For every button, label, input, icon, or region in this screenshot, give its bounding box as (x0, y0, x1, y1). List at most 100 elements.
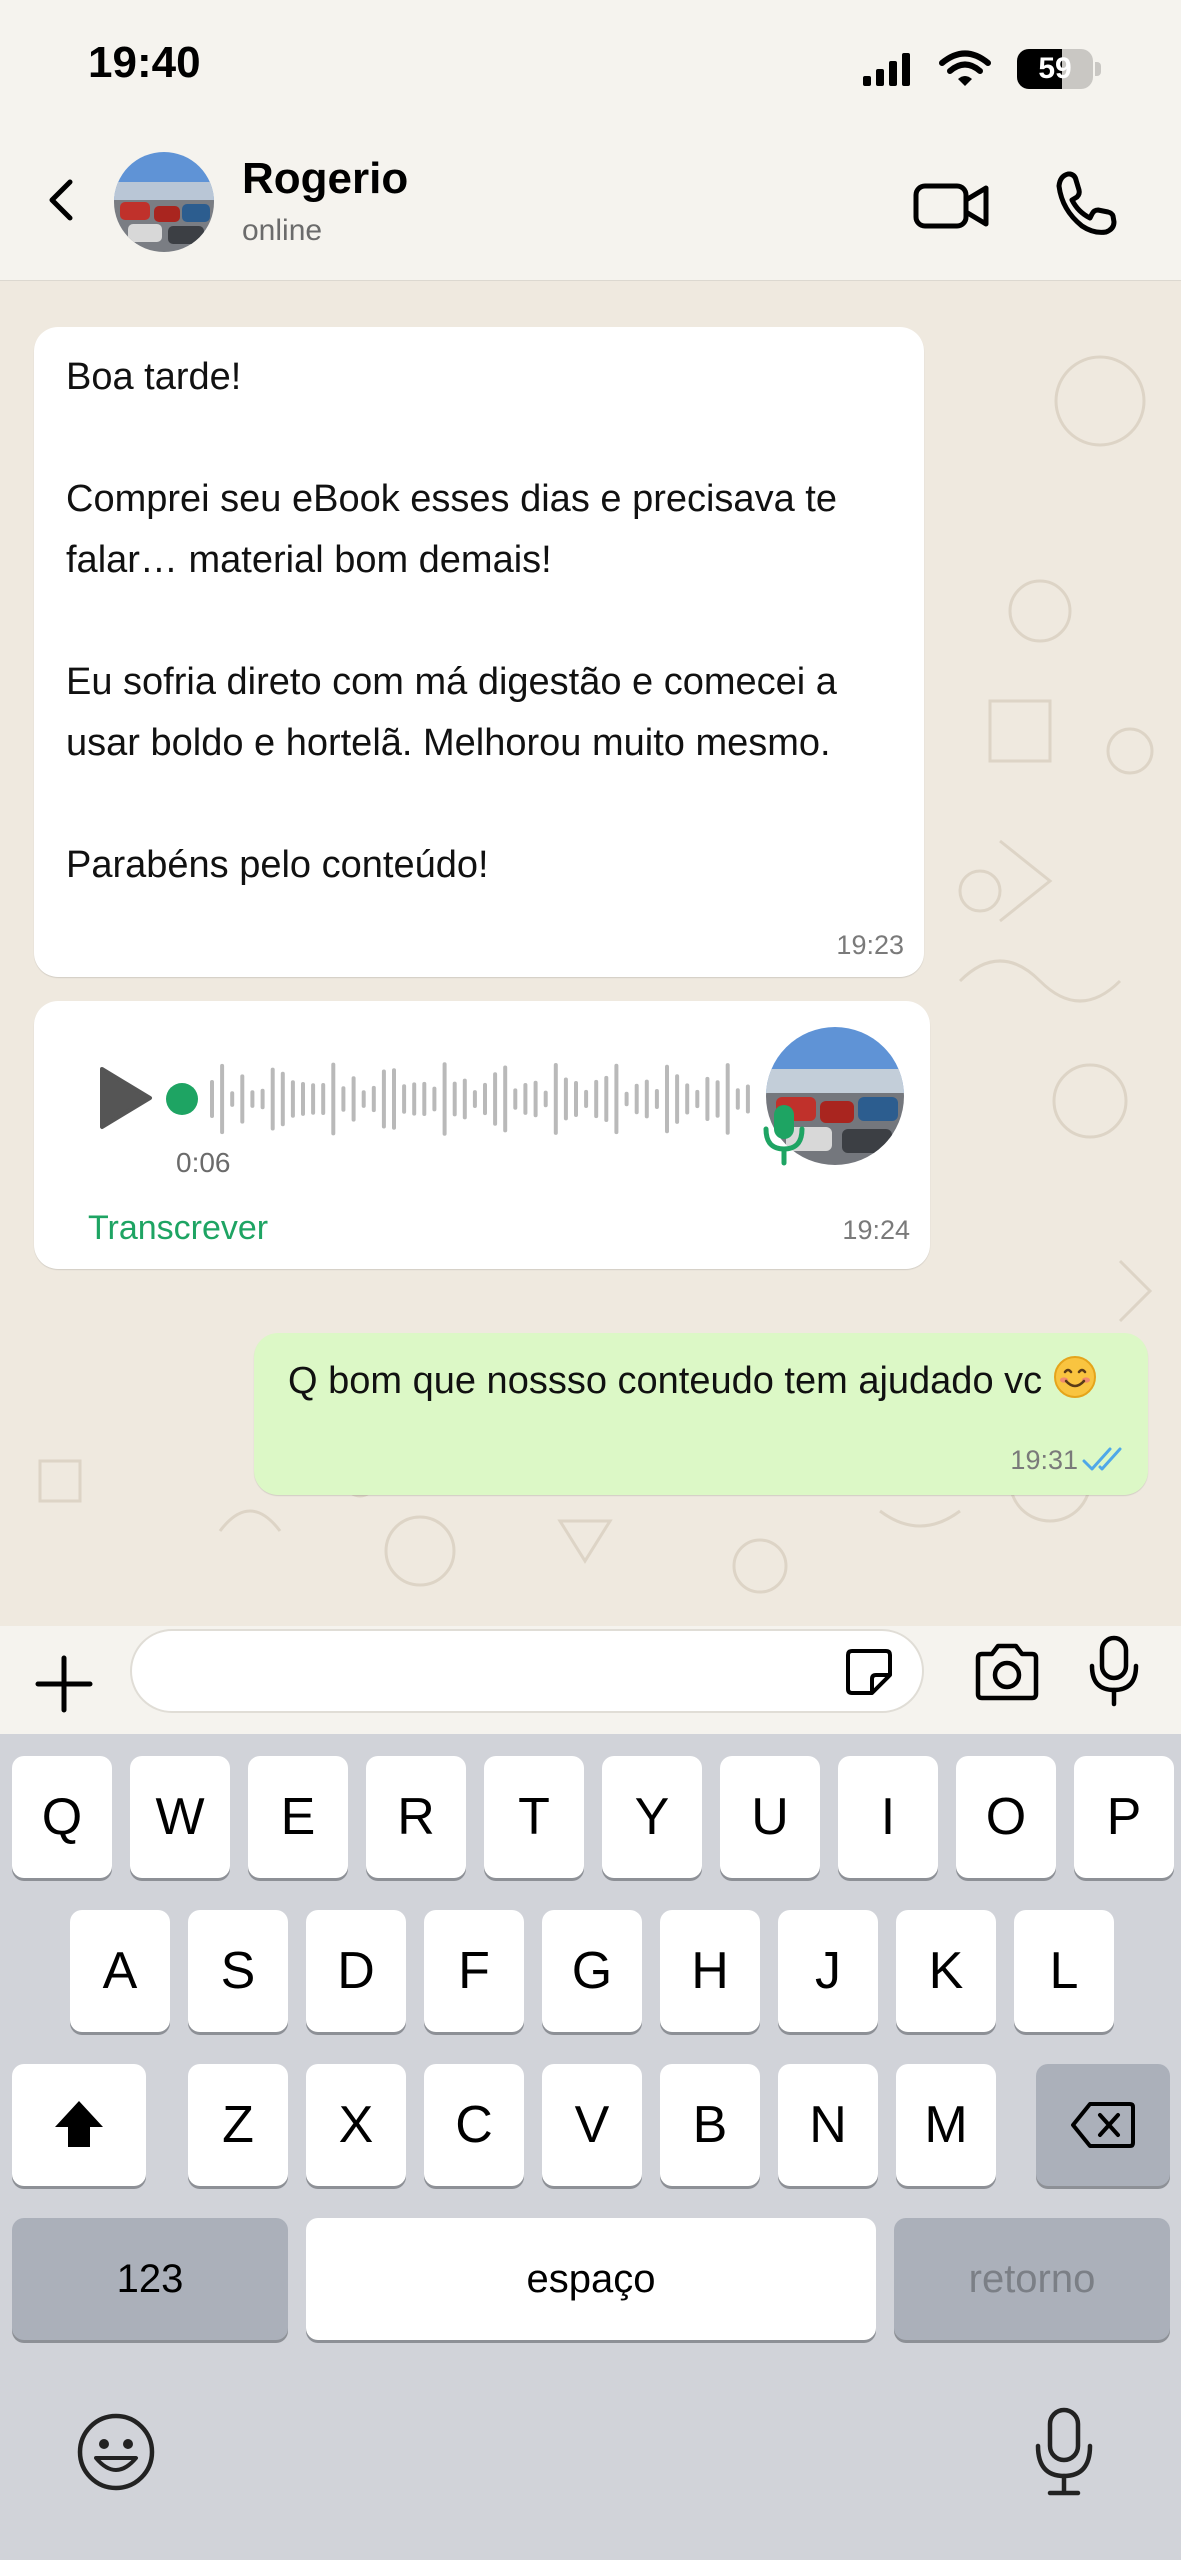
waveform-bar (503, 1065, 508, 1133)
waveform-bar (472, 1090, 477, 1108)
key-s[interactable]: S (188, 1910, 288, 2032)
backspace-key[interactable] (1036, 2064, 1170, 2186)
waveform-bar (634, 1083, 639, 1115)
key-v[interactable]: V (542, 2064, 642, 2186)
chat-area[interactable]: Boa tarde! Comprei seu eBook esses dias … (0, 281, 1181, 1626)
key-n[interactable]: N (778, 2064, 878, 2186)
shift-icon (55, 2101, 103, 2147)
contact-avatar[interactable] (114, 152, 214, 252)
battery-percent: 59 (1038, 52, 1072, 85)
waveform-bar (230, 1091, 235, 1107)
waveform-bar (543, 1090, 548, 1108)
return-key[interactable]: retorno (894, 2218, 1170, 2340)
waveform-bar (290, 1080, 295, 1118)
waveform-bar (442, 1062, 447, 1136)
numbers-key[interactable]: 123 (12, 2218, 288, 2340)
waveform-bar (321, 1083, 326, 1115)
waveform-bar (341, 1086, 346, 1112)
emoji-icon[interactable] (74, 2410, 158, 2494)
key-p[interactable]: P (1074, 1756, 1174, 1878)
waveform-bar (280, 1071, 285, 1127)
waveform-bar (584, 1089, 589, 1108)
key-u[interactable]: U (720, 1756, 820, 1878)
play-icon[interactable] (96, 1063, 156, 1133)
message-paragraph: Comprei seu eBook esses dias e precisava… (66, 478, 837, 581)
key-r[interactable]: R (366, 1756, 466, 1878)
waveform-bar (614, 1063, 619, 1135)
waveform-bar (705, 1076, 710, 1121)
phone-icon[interactable] (1052, 168, 1122, 238)
key-g[interactable]: G (542, 1910, 642, 2032)
read-receipt-icon (1082, 1447, 1122, 1471)
waveform-bar (594, 1079, 599, 1119)
transcribe-button[interactable]: Transcrever (88, 1209, 268, 1248)
waveform-bar (513, 1088, 518, 1110)
waveform-bar (240, 1074, 245, 1124)
key-f[interactable]: F (424, 1910, 524, 2032)
waveform-bar (523, 1083, 528, 1115)
message-text: Q bom que nossso conteudo tem ajudado vc (288, 1351, 1118, 1412)
chat-header: Rogerio online (0, 130, 1181, 281)
message-paragraph: Eu sofria direto com má digestão e comec… (66, 661, 837, 764)
sticker-icon[interactable] (842, 1645, 896, 1699)
microphone-icon[interactable] (1086, 1634, 1142, 1708)
waveform-bar (735, 1088, 740, 1110)
key-z[interactable]: Z (188, 2064, 288, 2186)
plus-icon[interactable] (32, 1652, 96, 1716)
camera-icon[interactable] (972, 1640, 1042, 1704)
status-bar: 19:40 59 (0, 0, 1181, 130)
key-e[interactable]: E (248, 1756, 348, 1878)
waveform-bar (432, 1086, 437, 1112)
waveform-bar (250, 1090, 255, 1108)
waveform-bar (210, 1080, 214, 1118)
key-l[interactable]: L (1014, 1910, 1114, 2032)
video-call-icon[interactable] (912, 170, 992, 240)
waveform-bar (725, 1063, 730, 1135)
waveform-bar (371, 1085, 376, 1113)
waveform-bar (654, 1089, 659, 1109)
key-c[interactable]: C (424, 2064, 524, 2186)
voice-message-bubble[interactable]: 0:06 Transcrever 19:24 (34, 1001, 930, 1269)
waveform-bar (695, 1089, 700, 1109)
message-bubble-outgoing[interactable]: Q bom que nossso conteudo tem ajudado vc… (254, 1333, 1148, 1495)
back-icon[interactable] (34, 172, 90, 228)
waveform-bar (311, 1083, 316, 1115)
key-d[interactable]: D (306, 1910, 406, 2032)
key-x[interactable]: X (306, 2064, 406, 2186)
key-k[interactable]: K (896, 1910, 996, 2032)
waveform-bar (675, 1074, 680, 1124)
message-bubble-incoming[interactable]: Boa tarde! Comprei seu eBook esses dias … (34, 327, 924, 977)
key-b[interactable]: B (660, 2064, 760, 2186)
waveform-bar (553, 1063, 558, 1135)
waveform-bar (301, 1082, 305, 1116)
waveform-bar (745, 1084, 750, 1114)
message-text: Boa tarde! Comprei seu eBook esses dias … (66, 347, 906, 896)
space-key[interactable]: espaço (306, 2218, 876, 2340)
message-time: 19:24 (842, 1215, 910, 1245)
waveform-bar (483, 1082, 487, 1116)
shift-key[interactable] (12, 2064, 146, 2186)
backspace-icon (1071, 2102, 1135, 2148)
playback-progress-dot[interactable] (166, 1083, 198, 1115)
key-q[interactable]: Q (12, 1756, 112, 1878)
wifi-icon (939, 50, 991, 86)
audio-waveform[interactable] (166, 1057, 752, 1141)
waveform-bar (665, 1064, 669, 1134)
key-y[interactable]: Y (602, 1756, 702, 1878)
waveform-bar (392, 1068, 396, 1130)
key-t[interactable]: T (484, 1756, 584, 1878)
contact-name[interactable]: Rogerio (242, 154, 408, 204)
message-input[interactable] (130, 1629, 924, 1713)
key-h[interactable]: H (660, 1910, 760, 2032)
keyboard: Q W E R T Y U I O P A S D F G H J K L Z … (0, 1734, 1181, 2560)
dictation-icon[interactable] (1032, 2406, 1096, 2498)
key-w[interactable]: W (130, 1756, 230, 1878)
key-o[interactable]: O (956, 1756, 1056, 1878)
key-m[interactable]: M (896, 2064, 996, 2186)
waveform-bar (574, 1081, 578, 1117)
waveform-bar (452, 1081, 457, 1117)
key-a[interactable]: A (70, 1910, 170, 2032)
waveform-bar (270, 1067, 275, 1131)
key-j[interactable]: J (778, 1910, 878, 2032)
key-i[interactable]: I (838, 1756, 938, 1878)
